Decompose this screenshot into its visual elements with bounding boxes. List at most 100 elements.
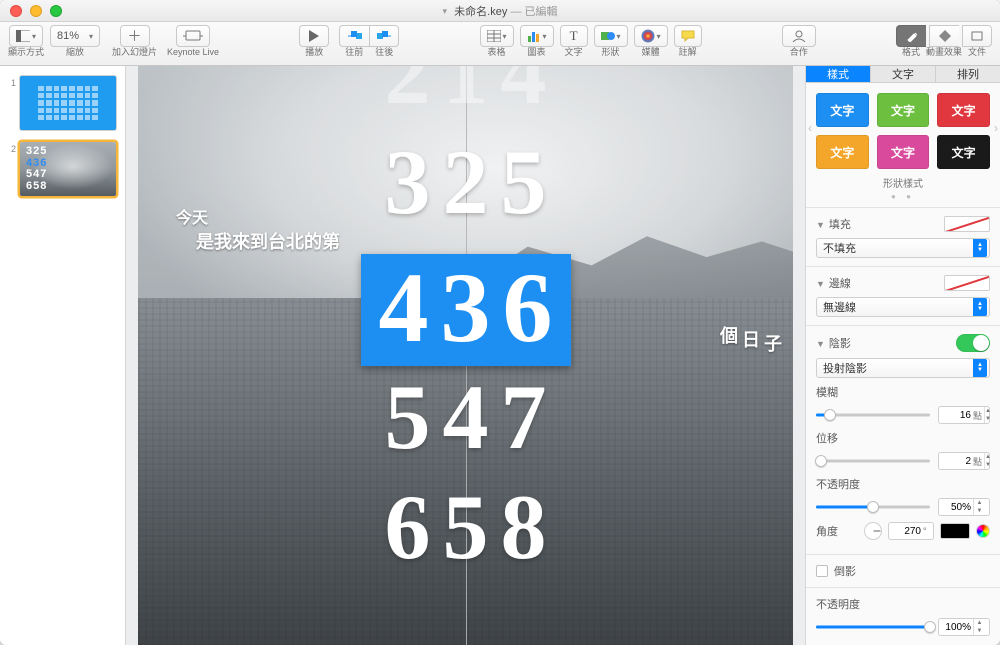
style-swatch-magenta[interactable]: 文字: [877, 135, 930, 169]
insert-shape-button[interactable]: ▾: [594, 25, 628, 47]
style-swatch-orange[interactable]: 文字: [816, 135, 869, 169]
slide-thumb-1[interactable]: 1: [8, 76, 117, 130]
animate-inspector-button[interactable]: [929, 25, 959, 47]
zoom-icon[interactable]: [50, 5, 62, 17]
slide-number-highlight-box[interactable]: 436: [361, 254, 571, 366]
opacity-label: 不透明度: [816, 596, 990, 612]
fill-color-well[interactable]: [944, 216, 990, 232]
keynote-live-button[interactable]: [176, 25, 210, 47]
opacity-section: 不透明度 ▲▼: [806, 587, 1000, 645]
select-stepper-icon: ▲▼: [973, 359, 987, 377]
format-inspector-button[interactable]: [896, 25, 926, 47]
slide-number: 2: [8, 144, 16, 154]
format-inspector: 樣式 文字 排列 ‹ › 文字 文字 文字 文字 文字 文字 形狀樣式 ● ●: [805, 66, 1000, 645]
tab-arrange[interactable]: 排列: [935, 66, 1000, 83]
shadow-preset-value: 投射陰影: [823, 360, 867, 376]
shadow-blur-field[interactable]: 點▲▼: [938, 406, 990, 424]
zoom-button[interactable]: 81%▾: [50, 25, 100, 47]
close-icon[interactable]: [10, 5, 22, 17]
insert-media-button[interactable]: ▾: [634, 25, 668, 47]
slide-caption-line1[interactable]: 今天: [176, 204, 208, 228]
style-swatch-green[interactable]: 文字: [877, 93, 930, 127]
disclosure-icon[interactable]: ▼: [816, 279, 825, 289]
slide-caption-line2[interactable]: 是我來到台北的第: [196, 228, 340, 254]
add-slide-button[interactable]: ＋: [120, 25, 150, 47]
fill-type-select[interactable]: 不填充 ▲▼: [816, 238, 990, 258]
shadow-angle-field[interactable]: °: [888, 522, 934, 540]
select-stepper-icon: ▲▼: [973, 239, 987, 257]
play-button[interactable]: [299, 25, 329, 47]
minimize-icon[interactable]: [30, 5, 42, 17]
toolbar: ▾ 顯示方式 81%▾ 縮放 ＋ 加入幻燈片 Keynote Live: [0, 22, 1000, 66]
fill-type-value: 不填充: [823, 240, 856, 256]
tab-style[interactable]: 樣式: [806, 66, 870, 83]
insert-table-button[interactable]: ▾: [480, 25, 514, 47]
style-page-dots[interactable]: ● ●: [806, 192, 1000, 207]
slide-thumb-2[interactable]: 2 325 436 547 658: [8, 142, 117, 196]
view-mode-button[interactable]: ▾: [9, 25, 43, 47]
shadow-offset-label: 位移: [816, 430, 990, 446]
shadow-opacity-slider[interactable]: [816, 500, 930, 514]
slide-navigator[interactable]: 1 2 325 436 547 658: [0, 66, 126, 645]
zoom-label: 縮放: [66, 48, 84, 57]
insert-media-label: 媒體: [642, 48, 660, 57]
insert-text-label: 文字: [565, 48, 583, 57]
slide-number-2[interactable]: 436: [367, 258, 565, 358]
main-area: 1 2 325 436 547 658: [0, 66, 1000, 645]
select-stepper-icon: ▲▼: [973, 298, 987, 316]
slide-caption-line3[interactable]: 個 日 子: [720, 322, 782, 348]
shadow-offset-field[interactable]: 點▲▼: [938, 452, 990, 470]
insert-chart-label: 圖表: [528, 48, 546, 57]
format-inspector-label: 格式: [902, 48, 920, 57]
insert-shape-label: 形狀: [602, 48, 620, 57]
border-section: ▼邊線 無邊線 ▲▼: [806, 266, 1000, 325]
slide-number-4[interactable]: 658: [373, 481, 559, 573]
shadow-angle-label: 角度: [816, 523, 838, 539]
slide[interactable]: 214 325 436 547 658 今天 是我來到台北的第 個 日 子: [138, 66, 793, 645]
color-picker-icon[interactable]: [976, 524, 990, 538]
style-swatch-blue[interactable]: 文字: [816, 93, 869, 127]
fill-section: ▼填充 不填充 ▲▼: [806, 207, 1000, 266]
slide-number-ghost[interactable]: 214: [373, 66, 559, 118]
document-inspector-button[interactable]: [962, 25, 992, 47]
shadow-section: ▼陰影 投射陰影 ▲▼ 模糊 點▲▼ 位移 點▲▼ 不透明度: [806, 325, 1000, 554]
slide-number-3[interactable]: 547: [373, 371, 559, 463]
animate-inspector-label: 動畫效果: [926, 48, 962, 57]
style-swatch-black[interactable]: 文字: [937, 135, 990, 169]
slide-number-1[interactable]: 325: [373, 136, 559, 228]
disclosure-icon[interactable]: ▼: [816, 220, 825, 230]
zoom-value: 81%: [57, 30, 79, 42]
slide-thumbnail[interactable]: [20, 76, 116, 130]
insert-comment-button[interactable]: [674, 25, 702, 47]
inspector-tabs: 樣式 文字 排列: [806, 66, 1000, 83]
document-edited-label: — 已編輯: [510, 6, 557, 18]
insert-table-label: 表格: [488, 48, 506, 57]
shadow-toggle[interactable]: [956, 334, 990, 352]
shadow-blur-slider[interactable]: [816, 408, 930, 422]
reflection-checkbox[interactable]: [816, 565, 828, 577]
border-style-well[interactable]: [944, 275, 990, 291]
opacity-slider[interactable]: [816, 620, 930, 634]
slide-canvas[interactable]: 214 325 436 547 658 今天 是我來到台北的第 個 日 子: [126, 66, 805, 645]
insert-chart-button[interactable]: ▾: [520, 25, 554, 47]
shadow-offset-slider[interactable]: [816, 454, 930, 468]
tab-text[interactable]: 文字: [870, 66, 935, 83]
window-controls: [10, 5, 62, 17]
slide-thumbnail[interactable]: 325 436 547 658: [20, 142, 116, 196]
border-type-select[interactable]: 無邊線 ▲▼: [816, 297, 990, 317]
window-title: ▾ 未命名.key — 已編輯: [0, 3, 1000, 19]
shadow-angle-dial[interactable]: [864, 522, 882, 540]
prev-build-button[interactable]: [339, 25, 369, 47]
shadow-color-well[interactable]: [940, 523, 970, 539]
insert-text-button[interactable]: T: [560, 25, 588, 47]
shape-style-presets: 文字 文字 文字 文字 文字 文字: [806, 83, 1000, 173]
style-swatch-red[interactable]: 文字: [937, 93, 990, 127]
opacity-field[interactable]: ▲▼: [938, 618, 990, 636]
shadow-preset-select[interactable]: 投射陰影 ▲▼: [816, 358, 990, 378]
next-build-button[interactable]: [369, 25, 399, 47]
collaborate-button[interactable]: [782, 25, 816, 47]
keynote-live-label: Keynote Live: [167, 48, 219, 57]
shadow-opacity-field[interactable]: ▲▼: [938, 498, 990, 516]
title-proxy-icon[interactable]: ▾: [443, 6, 448, 16]
disclosure-icon[interactable]: ▼: [816, 339, 825, 349]
